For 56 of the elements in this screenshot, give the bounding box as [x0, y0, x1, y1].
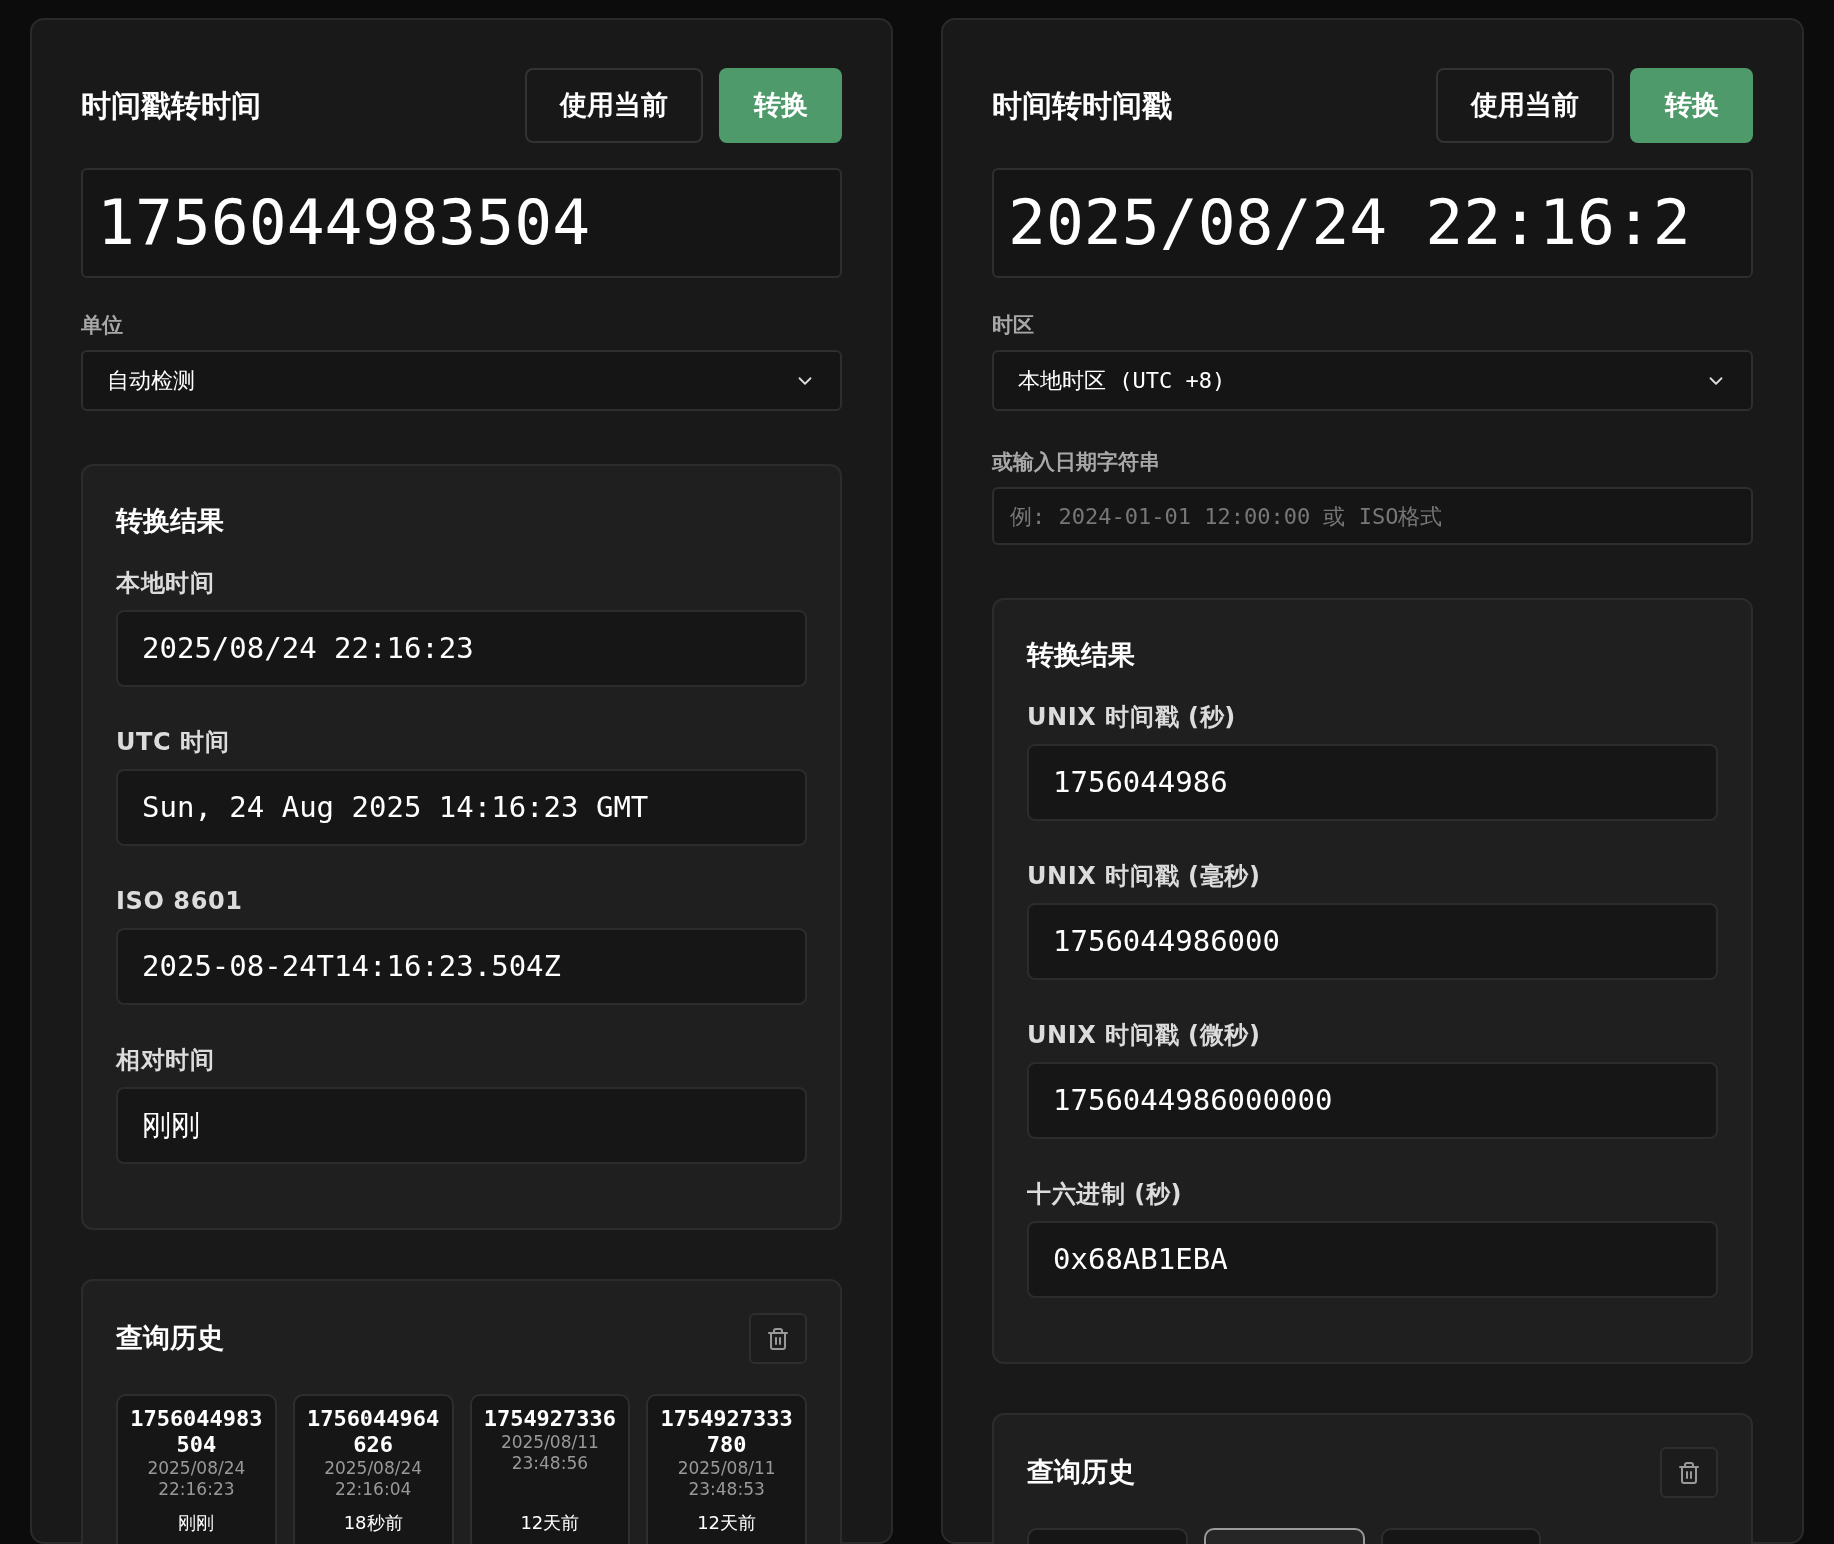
trash-icon: [1677, 1460, 1701, 1485]
history-date: 2025/08/11: [677, 1458, 776, 1479]
result-value: 1756044986000: [1027, 903, 1718, 980]
result-label: 十六进制 (秒): [1027, 1179, 1184, 1209]
result-label: ISO 8601: [116, 886, 244, 916]
result-value: 0x68AB1EBA: [1027, 1221, 1718, 1298]
relative-time: 12天前: [697, 1512, 757, 1534]
history-date: 2025/08/11: [500, 1432, 599, 1453]
relative-time: 12天前: [520, 1512, 580, 1534]
section-title: 查询历史: [116, 1321, 224, 1356]
result-label: UNIX 时间戳 (秒): [1027, 702, 1237, 732]
input-field[interactable]: 例: 2024-01-01 12:00:00 或 ISO格式: [992, 487, 1753, 545]
history-time: 22:16:23: [158, 1479, 235, 1500]
history-timestamp: 1756044964626: [305, 1406, 441, 1458]
timestamp-input[interactable]: 2025/08/24 22:16:2: [992, 168, 1753, 278]
history-timestamp: 1756044983504: [129, 1406, 264, 1458]
dropdown[interactable]: 自动检测: [81, 350, 842, 411]
field-label: 单位: [81, 312, 124, 338]
section-title: 转换结果: [1027, 638, 1136, 672]
trash-icon: [766, 1326, 790, 1351]
clear-history-button[interactable]: [1660, 1447, 1718, 1498]
history-time: 23:48:56: [511, 1453, 589, 1474]
history-item[interactable]: 1754927333780 2025/08/11 23:48:53 12天前: [646, 1394, 807, 1544]
panel-title: 时间转时间戳: [992, 87, 1172, 125]
clear-history-button[interactable]: [749, 1313, 807, 1364]
field-label: 时区: [992, 312, 1035, 338]
use-current-button[interactable]: 使用当前: [525, 68, 703, 143]
history-date: 2025/08/24: [147, 1458, 246, 1479]
section-title: 转换结果: [116, 504, 225, 538]
history-time: 22:16:04: [334, 1479, 412, 1500]
timestamp-input[interactable]: 1756044983504: [81, 168, 842, 278]
result-label: UTC 时间: [116, 727, 231, 757]
field-label: 或输入日期字符串: [992, 449, 1161, 475]
result-value: Sun, 24 Aug 2025 14:16:23 GMT: [116, 769, 807, 846]
result-value: 1756044986: [1027, 744, 1718, 821]
section-title: 查询历史: [1027, 1455, 1135, 1490]
history-time: 23:48:53: [688, 1479, 765, 1500]
relative-time: 刚刚: [178, 1512, 215, 1534]
history-timestamp: 1754927336: [483, 1406, 617, 1432]
result-value: 2025-08-24T14:16:23.504Z: [116, 928, 807, 1005]
result-value: 1756044986000000: [1027, 1062, 1718, 1139]
history-timestamp: 1754927333780: [659, 1406, 794, 1458]
result-value: 刚刚: [116, 1087, 807, 1164]
history-item[interactable]: 1756044983504 2025/08/24 22:16:23 刚刚: [116, 1394, 277, 1544]
use-current-button[interactable]: 使用当前: [1436, 68, 1614, 143]
result-label: UNIX 时间戳 (微秒): [1027, 1020, 1262, 1050]
result-label: UNIX 时间戳 (毫秒): [1027, 861, 1262, 891]
relative-time: 18秒前: [343, 1512, 403, 1534]
history-date: 2025/08/24: [324, 1458, 423, 1479]
result-label: 相对时间: [116, 1045, 216, 1075]
panel-title: 时间戳转时间: [81, 87, 261, 125]
history-item[interactable]: 1754927336 2025/08/11 23:48:56 12天前: [469, 1394, 631, 1544]
dropdown[interactable]: 本地时区 (UTC +8): [992, 350, 1753, 411]
result-value: 2025/08/24 22:16:23: [116, 610, 807, 687]
history-item[interactable]: 1756044964626 2025/08/24 22:16:04 18秒前: [292, 1394, 454, 1544]
result-label: 本地时间: [116, 568, 216, 598]
